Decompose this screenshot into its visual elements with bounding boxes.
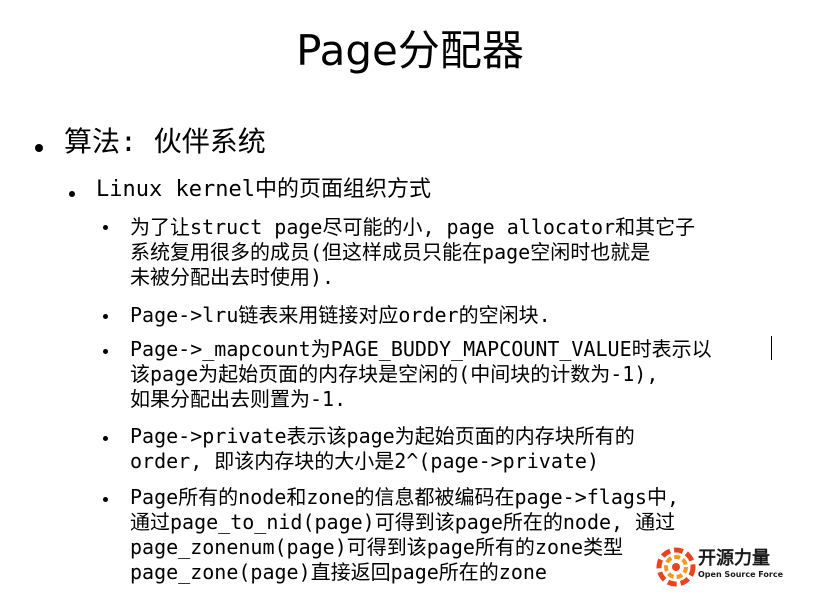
item-line: 未被分配出去时使用).: [130, 265, 335, 289]
logo-name-en: Open Source Force: [698, 570, 784, 579]
bullet-item: [103, 349, 108, 354]
item-line: Page->lru链表来用链接对应order的空闲块.: [130, 303, 551, 327]
item-line: page_zonenum(page)可得到该page所有的zone类型: [130, 535, 624, 559]
item-line: 该page为起始页面的内存块是空闲的(中间块的计数为-1),: [130, 362, 659, 386]
bullet-item: [103, 436, 108, 441]
bullet-item: [103, 225, 108, 230]
level1-text: 算法: 伙伴系统: [64, 125, 266, 158]
slide: Page分配器 算法: 伙伴系统 Linux kernel中的页面组织方式 为了…: [0, 0, 820, 597]
bullet-level2: [69, 191, 75, 197]
item-line: 为了让struct page尽可能的小, page allocator和其它子: [130, 215, 696, 239]
item-line: Page所有的node和zone的信息都被编码在page->flags中,: [130, 485, 679, 509]
item-line: page_zone(page)直接返回page所在的zone: [130, 560, 547, 584]
bullet-item: [103, 314, 108, 319]
logo-name-cn: 开源力量: [698, 548, 770, 569]
item-line: Page->_mapcount为PAGE_BUDDY_MAPCOUNT_VALU…: [130, 337, 712, 361]
slide-title: Page分配器: [296, 26, 524, 75]
logo-swirl-icon: [656, 547, 696, 587]
bullet-level1: [35, 144, 43, 152]
item-line: Page->private表示该page为起始页面的内存块所有的: [130, 424, 635, 448]
text-cursor: [771, 336, 772, 360]
item-line: order, 即该内存块的大小是2^(page->private): [130, 449, 599, 473]
level2-text: Linux kernel中的页面组织方式: [96, 177, 431, 202]
item-line: 系统复用很多的成员(但这样成员只能在page空闲时也就是: [130, 240, 651, 264]
item-line: 通过page_to_nid(page)可得到该page所在的node, 通过: [130, 510, 676, 534]
bullet-item: [103, 497, 108, 502]
item-line: 如果分配出去则置为-1.: [130, 387, 347, 411]
open-source-force-logo: 开源力量 Open Source Force: [654, 545, 794, 589]
